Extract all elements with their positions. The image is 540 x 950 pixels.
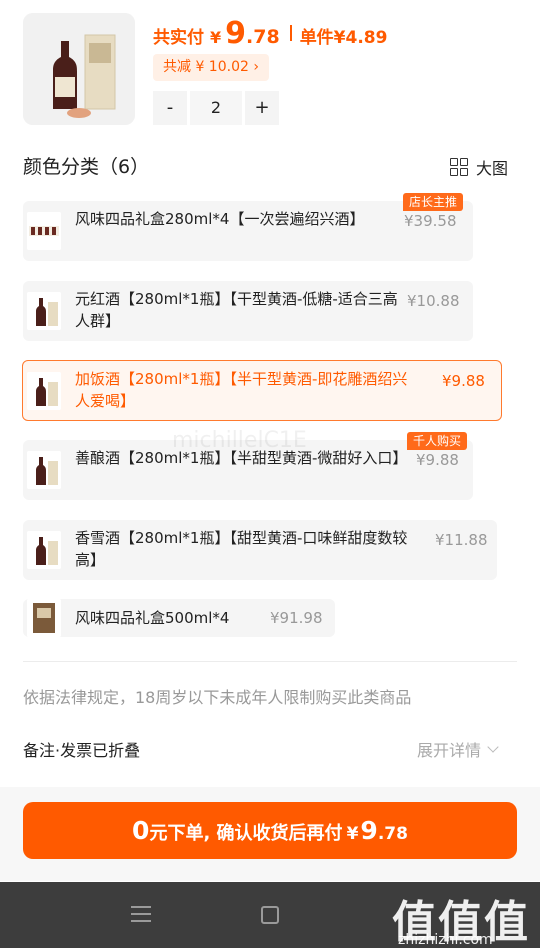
expand-details-button[interactable]: 展开详情 bbox=[417, 737, 499, 761]
system-nav-bar: 值值值 zhizhizhi.com bbox=[0, 882, 540, 948]
quantity-field[interactable]: 2 bbox=[190, 91, 242, 125]
big-view-button[interactable]: 大图 bbox=[450, 155, 508, 179]
option-price: ¥11.88 bbox=[435, 531, 488, 549]
place-order-button[interactable]: 0 元下单, 确认收货后再付 ¥ 9 .78 bbox=[23, 802, 517, 859]
cta-price-integer: 9 bbox=[360, 816, 378, 845]
grid-icon bbox=[450, 158, 468, 176]
cta-zero: 0 bbox=[132, 816, 150, 845]
cta-price-decimal: .78 bbox=[377, 824, 408, 844]
total-price-integer: 9 bbox=[225, 16, 247, 51]
home-icon[interactable] bbox=[261, 906, 279, 924]
option-name: 风味四品礼盒500ml*4 bbox=[75, 609, 230, 627]
option-price: ¥9.88 bbox=[416, 451, 459, 469]
decrease-button[interactable]: - bbox=[153, 91, 187, 125]
divider bbox=[23, 661, 517, 662]
option-card-selected[interactable]: 加饭酒【280ml*1瓶】【半干型黄酒-即花雕酒绍兴人爱喝】 ¥9.88 bbox=[22, 360, 502, 421]
section-title: 颜色分类（6） bbox=[23, 156, 150, 178]
option-name: 风味四品礼盒280ml*4【一次尝遍绍兴酒】 bbox=[75, 210, 365, 228]
option-price: ¥39.58 bbox=[404, 212, 457, 230]
cta-currency: ¥ bbox=[346, 824, 359, 844]
quantity-stepper: - 2 + bbox=[153, 91, 279, 125]
remark-label: 备注·发票已折叠 bbox=[23, 741, 141, 760]
option-name: 元红酒【280ml*1瓶】【干型黄酒-低糖-适合三高人群】 bbox=[75, 290, 398, 330]
option-image bbox=[27, 531, 61, 569]
legal-notice: 依据法律规定，18周岁以下未成年人限制购买此类商品 bbox=[23, 688, 412, 707]
option-image bbox=[27, 451, 61, 489]
big-view-label: 大图 bbox=[476, 159, 509, 178]
discount-tag[interactable]: 共减 ¥ 10.02 › bbox=[153, 54, 269, 81]
option-price: ¥91.98 bbox=[270, 609, 323, 627]
option-price: ¥10.88 bbox=[407, 292, 460, 310]
watermark-url: zhizhizhi.com bbox=[398, 932, 493, 948]
option-card[interactable]: 风味四品礼盒500ml*4 ¥91.98 bbox=[23, 599, 335, 637]
popular-badge: 千人购买 bbox=[407, 432, 468, 450]
increase-button[interactable]: + bbox=[245, 91, 279, 125]
option-image bbox=[27, 292, 61, 330]
price-divider bbox=[289, 25, 292, 41]
total-price-decimal: .78 bbox=[246, 26, 280, 48]
total-label: 共实付 bbox=[153, 28, 204, 48]
unit-price: 单件¥4.89 bbox=[299, 28, 388, 48]
option-image bbox=[27, 212, 61, 250]
expand-details-label: 展开详情 bbox=[417, 741, 482, 760]
option-card[interactable]: 元红酒【280ml*1瓶】【干型黄酒-低糖-适合三高人群】 ¥10.88 bbox=[23, 281, 473, 341]
option-name: 加饭酒【280ml*1瓶】【半干型黄酒-即花雕酒绍兴人爱喝】 bbox=[75, 370, 408, 410]
option-price: ¥9.88 bbox=[442, 372, 485, 390]
cta-text: 元下单, 确认收货后再付 bbox=[149, 823, 343, 844]
product-thumbnail[interactable] bbox=[23, 13, 135, 125]
option-image bbox=[27, 371, 61, 410]
watermark-text: michillelC1E bbox=[172, 428, 307, 453]
option-image bbox=[27, 599, 61, 637]
menu-icon[interactable] bbox=[131, 906, 151, 927]
recommend-badge: 店长主推 bbox=[403, 193, 464, 211]
price-summary: 共实付 ¥ 9 .78 单件¥4.89 bbox=[153, 16, 388, 51]
option-name: 香雪酒【280ml*1瓶】【甜型黄酒-口味鲜甜度数较高】 bbox=[75, 529, 408, 569]
option-card[interactable]: 香雪酒【280ml*1瓶】【甜型黄酒-口味鲜甜度数较高】 ¥11.88 bbox=[23, 520, 497, 580]
chevron-down-icon bbox=[487, 740, 499, 753]
currency-symbol: ¥ bbox=[210, 28, 222, 47]
